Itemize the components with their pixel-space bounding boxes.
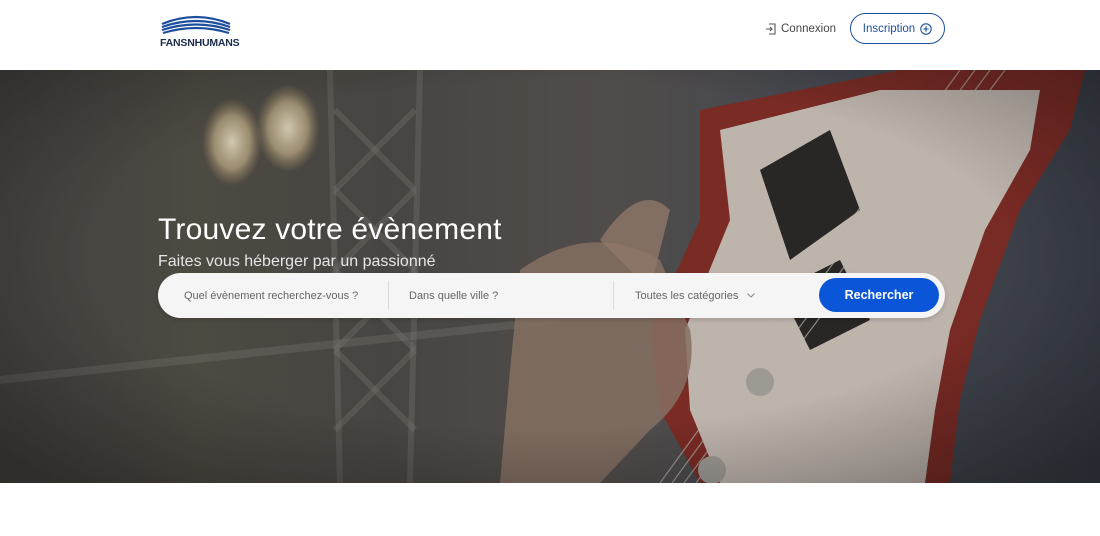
category-select[interactable]: Toutes les catégories (635, 273, 795, 318)
search-divider (388, 281, 389, 310)
brand-logo[interactable]: FANSNHUMANS (160, 14, 240, 50)
chevron-down-icon (747, 293, 756, 298)
logo-text: FANSNHUMANS (160, 37, 240, 49)
city-search-placeholder: Dans quelle ville ? (409, 289, 499, 302)
plus-circle-icon (920, 22, 932, 35)
event-search-input[interactable]: Quel évènement recherchez-vous ? (184, 273, 384, 318)
site-header: FANSNHUMANS Connexion Inscription (0, 0, 1100, 70)
category-select-value: Toutes les catégories (635, 289, 739, 302)
search-bar: Quel évènement recherchez-vous ? Dans qu… (158, 273, 945, 318)
city-search-input[interactable]: Dans quelle ville ? (409, 273, 609, 318)
hero-subtitle: Faites vous héberger par un passionné (158, 253, 436, 270)
event-search-placeholder: Quel évènement recherchez-vous ? (184, 289, 359, 302)
search-divider (613, 281, 614, 310)
signup-label: Inscription (862, 22, 916, 35)
search-button[interactable]: Rechercher (819, 278, 939, 312)
login-icon (766, 23, 776, 35)
signup-button[interactable]: Inscription (850, 13, 945, 44)
login-link[interactable]: Connexion (765, 21, 836, 37)
page-content-area (0, 483, 1100, 536)
logo-waves-icon (161, 15, 231, 35)
login-label: Connexion (781, 23, 836, 35)
hero-title: Trouvez votre évènement (158, 213, 502, 246)
